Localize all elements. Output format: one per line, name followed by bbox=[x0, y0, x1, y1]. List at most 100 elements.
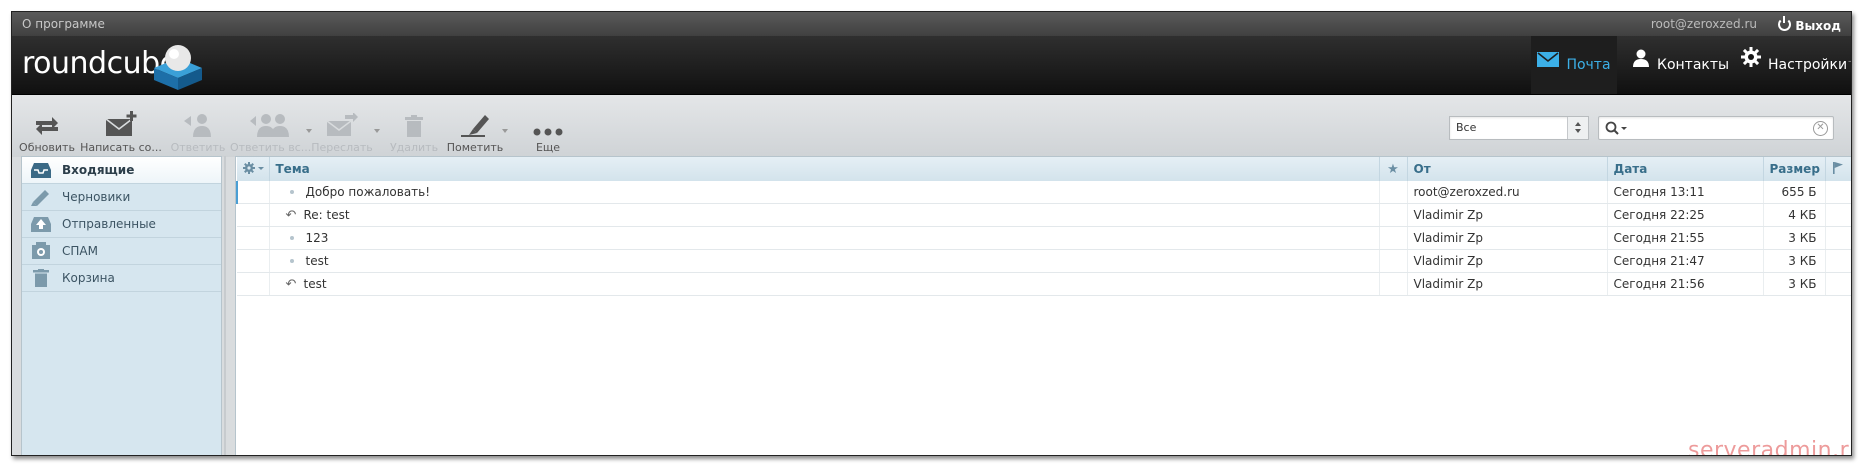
row-select-cell[interactable] bbox=[236, 181, 270, 204]
folder-spam[interactable]: СПАМ bbox=[22, 238, 221, 265]
message-subject-text: test bbox=[303, 276, 327, 291]
row-select-cell[interactable] bbox=[237, 203, 270, 227]
message-attachment-status bbox=[1851, 181, 1852, 204]
message-subject-text: Re: test bbox=[303, 207, 350, 222]
about-link[interactable]: О программе bbox=[22, 17, 105, 31]
reply-label: Ответить bbox=[170, 141, 226, 154]
folder-sent[interactable]: Отправленные bbox=[22, 211, 221, 238]
clear-search-icon[interactable]: ✕ bbox=[1813, 121, 1828, 136]
message-flag-status[interactable] bbox=[1825, 226, 1851, 250]
column-subject[interactable]: Тема bbox=[269, 157, 1380, 181]
envelope-icon bbox=[1537, 34, 1560, 92]
column-attachment[interactable] bbox=[1851, 157, 1852, 181]
folder-list: Входящие Черновики Отправленные СПАМ Кор… bbox=[21, 156, 222, 455]
pane-splitter[interactable] bbox=[224, 156, 226, 455]
column-flag-star[interactable]: ★ bbox=[1379, 157, 1408, 181]
delete-button[interactable]: Удалить bbox=[384, 107, 444, 154]
column-flag[interactable] bbox=[1825, 157, 1851, 181]
nav-contacts[interactable]: Контакты bbox=[1632, 36, 1729, 94]
table-row[interactable]: 123 Vladimir Zp Сегодня 21:55 3 КБ bbox=[237, 226, 1852, 250]
message-flag-cell[interactable] bbox=[1379, 203, 1408, 227]
logout-label: Выход bbox=[1795, 19, 1841, 33]
message-flag-status[interactable] bbox=[1825, 203, 1851, 227]
roundcube-logo-icon bbox=[154, 45, 202, 90]
power-icon bbox=[1778, 16, 1792, 31]
search-box[interactable]: ✕ bbox=[1598, 116, 1834, 140]
forward-button[interactable]: Переслать bbox=[302, 107, 382, 154]
filter-select[interactable]: Все bbox=[1449, 116, 1589, 140]
message-flag-cell[interactable] bbox=[1379, 181, 1408, 204]
mark-dropdown-icon[interactable] bbox=[502, 129, 508, 133]
gear-icon bbox=[1741, 34, 1761, 92]
message-flag-cell[interactable] bbox=[1379, 272, 1408, 296]
more-button[interactable]: Еще bbox=[523, 107, 573, 154]
message-subject[interactable]: ↶ Re: test bbox=[269, 203, 1380, 227]
logout-button[interactable]: Выход bbox=[1778, 16, 1841, 33]
message-date: Сегодня 13:11 bbox=[1607, 181, 1764, 204]
header: roundcube Почта Контакты Настройки bbox=[12, 36, 1851, 95]
username-label: root@zeroxzed.ru bbox=[1650, 17, 1757, 31]
forward-dropdown-icon[interactable] bbox=[374, 129, 380, 133]
message-subject[interactable]: test bbox=[269, 249, 1380, 273]
unread-status-icon[interactable] bbox=[289, 258, 294, 263]
row-select-cell[interactable] bbox=[237, 272, 270, 296]
nav-mail-label: Почта bbox=[1566, 57, 1611, 73]
folder-drafts[interactable]: Черновики bbox=[22, 184, 221, 211]
message-size: 3 КБ bbox=[1763, 226, 1826, 250]
unread-status-icon[interactable] bbox=[289, 235, 294, 240]
search-icon[interactable] bbox=[1605, 121, 1629, 135]
message-subject-text: test bbox=[305, 254, 329, 268]
message-subject[interactable]: Добро пожаловать! bbox=[269, 181, 1380, 204]
inbox-icon bbox=[31, 163, 51, 178]
message-flag-cell[interactable] bbox=[1379, 249, 1408, 273]
nav-contacts-label: Контакты bbox=[1657, 57, 1730, 73]
table-row[interactable]: ↶ test Vladimir Zp Сегодня 21:56 3 КБ bbox=[237, 272, 1852, 296]
pencil-icon bbox=[31, 190, 49, 206]
column-from[interactable]: От bbox=[1407, 157, 1608, 181]
spam-icon bbox=[32, 242, 50, 259]
table-row[interactable]: ↶ Re: test Vladimir Zp Сегодня 22:25 4 КБ bbox=[237, 203, 1852, 227]
message-attachment-status bbox=[1851, 227, 1852, 250]
row-select-cell[interactable] bbox=[237, 226, 270, 250]
message-date: Сегодня 21:47 bbox=[1607, 249, 1764, 273]
nav-settings[interactable]: Настройки bbox=[1741, 36, 1847, 94]
message-attachment-status bbox=[1851, 273, 1852, 296]
message-date: Сегодня 21:55 bbox=[1607, 226, 1764, 250]
table-row[interactable]: Добро пожаловать! root@zeroxzed.ru Сегодня… bbox=[236, 181, 1852, 204]
nav-mail[interactable]: Почта bbox=[1531, 36, 1617, 94]
reply-all-label: Ответить вс... bbox=[230, 141, 312, 154]
replied-icon: ↶ bbox=[285, 207, 297, 223]
sent-icon bbox=[31, 217, 51, 232]
column-date[interactable]: Дата bbox=[1607, 157, 1764, 181]
message-flag-status[interactable] bbox=[1825, 181, 1851, 204]
message-list: Тема ★ От Дата Размер Добро пожаловать! r… bbox=[235, 156, 1852, 455]
mark-button[interactable]: Пометить bbox=[442, 107, 508, 154]
list-options[interactable] bbox=[237, 157, 270, 181]
nav-resize-handle: – bbox=[1848, 56, 1851, 67]
list-options-gear-icon bbox=[243, 161, 264, 174]
reply-button[interactable]: Ответить bbox=[163, 107, 233, 154]
message-subject-text: Добро пожаловать! bbox=[305, 185, 431, 199]
select-arrows-icon bbox=[1567, 117, 1588, 139]
column-size[interactable]: Размер bbox=[1763, 157, 1826, 181]
folder-trash[interactable]: Корзина bbox=[22, 265, 221, 292]
refresh-button[interactable]: Обновить bbox=[12, 107, 88, 154]
compose-button[interactable]: Написать со... bbox=[80, 107, 162, 154]
reply-all-button[interactable]: Ответить вс... bbox=[230, 107, 312, 154]
folder-label: Корзина bbox=[62, 271, 115, 285]
message-flag-status[interactable] bbox=[1825, 249, 1851, 273]
message-attachment-status bbox=[1851, 204, 1852, 227]
message-subject[interactable]: ↶ test bbox=[269, 272, 1380, 296]
message-flag-status[interactable] bbox=[1825, 272, 1851, 296]
message-subject[interactable]: 123 bbox=[269, 226, 1380, 250]
message-from: root@zeroxzed.ru bbox=[1407, 181, 1608, 204]
table-row[interactable]: test Vladimir Zp Сегодня 21:47 3 КБ bbox=[237, 249, 1851, 273]
row-select-cell[interactable] bbox=[237, 249, 270, 273]
roundcube-window: О программе root@zeroxzed.ru Выход round… bbox=[11, 11, 1852, 456]
unread-status-icon[interactable] bbox=[289, 189, 294, 194]
compose-label: Написать со... bbox=[80, 141, 162, 154]
folder-inbox[interactable]: Входящие bbox=[22, 157, 221, 184]
marker-icon bbox=[461, 115, 489, 137]
star-icon: ★ bbox=[1387, 161, 1399, 177]
message-flag-cell[interactable] bbox=[1379, 226, 1408, 250]
